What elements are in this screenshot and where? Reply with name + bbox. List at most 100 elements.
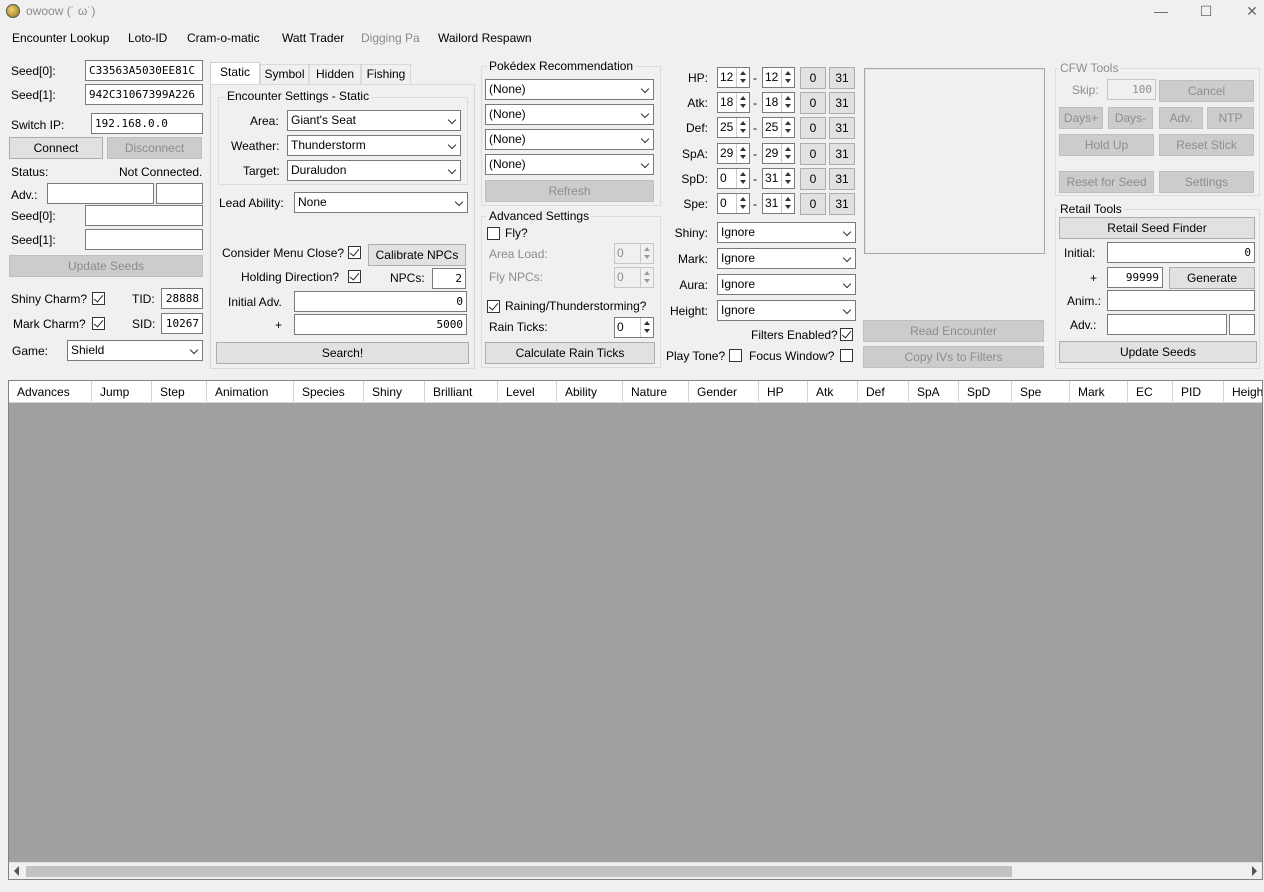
scroll-left-icon[interactable] — [14, 866, 19, 876]
iv-hp-max-button[interactable]: 31 — [829, 67, 855, 89]
menu-cram-o-matic[interactable]: Cram-o-matic — [187, 31, 260, 45]
iv-spe-min-stepper[interactable]: 0 — [717, 193, 750, 214]
iv-spa-min-stepper[interactable]: 29 — [717, 143, 750, 164]
iv-def-max-button[interactable]: 31 — [829, 117, 855, 139]
retail-initial-input[interactable]: 0 — [1107, 242, 1255, 263]
adv-button[interactable]: Adv. — [1159, 107, 1203, 129]
retail-seed-finder-button[interactable]: Retail Seed Finder — [1059, 217, 1255, 239]
read-encounter-button[interactable]: Read Encounter — [863, 320, 1044, 342]
iv-hp-zero-button[interactable]: 0 — [800, 67, 826, 89]
lead-ability-select[interactable]: None — [294, 192, 468, 213]
filters-enabled-checkbox[interactable] — [840, 328, 853, 341]
iv-def-zero-button[interactable]: 0 — [800, 117, 826, 139]
tab-symbol[interactable]: Symbol — [260, 64, 309, 84]
rain-ticks-stepper[interactable]: 0 — [614, 317, 654, 338]
iv-spd-max-button[interactable]: 31 — [829, 168, 855, 190]
maximize-button[interactable]: ☐ — [1183, 0, 1229, 24]
menu-loto-id[interactable]: Loto-ID — [128, 31, 167, 45]
scroll-thumb[interactable] — [26, 866, 1012, 877]
column-header-advances[interactable]: Advances — [9, 381, 92, 403]
ntp-button[interactable]: NTP — [1207, 107, 1254, 129]
close-button[interactable]: ✕ — [1229, 0, 1264, 24]
column-header-level[interactable]: Level — [498, 381, 557, 403]
seed0b-input[interactable] — [85, 205, 203, 226]
column-header-height[interactable]: Height — [1224, 381, 1262, 403]
pokedex-select-1[interactable]: (None) — [485, 79, 654, 100]
disconnect-button[interactable]: Disconnect — [107, 137, 202, 159]
generate-button[interactable]: Generate — [1169, 267, 1255, 289]
seed1b-input[interactable] — [85, 229, 203, 250]
iv-atk-zero-button[interactable]: 0 — [800, 92, 826, 114]
calculate-rain-ticks-button[interactable]: Calculate Rain Ticks — [485, 342, 655, 364]
mark-charm-checkbox[interactable] — [92, 317, 105, 330]
reset-for-seed-button[interactable]: Reset for Seed — [1059, 171, 1154, 193]
holding-direction-checkbox[interactable] — [348, 270, 361, 283]
column-header-ability[interactable]: Ability — [557, 381, 623, 403]
pokedex-select-4[interactable]: (None) — [485, 154, 654, 175]
column-header-mark[interactable]: Mark — [1070, 381, 1128, 403]
retail-max-input[interactable]: 99999 — [1107, 267, 1163, 288]
tid-input[interactable]: 28888 — [161, 288, 203, 309]
days-minus-button[interactable]: Days- — [1108, 107, 1153, 129]
aura-filter-select[interactable]: Ignore — [717, 274, 856, 295]
column-header-jump[interactable]: Jump — [92, 381, 152, 403]
max-adv-input[interactable]: 5000 — [294, 314, 467, 335]
iv-atk-max-button[interactable]: 31 — [829, 92, 855, 114]
tab-fishing[interactable]: Fishing — [361, 64, 411, 84]
adv-input[interactable] — [47, 183, 154, 204]
anim-input[interactable] — [1107, 290, 1255, 311]
connect-button[interactable]: Connect — [9, 137, 103, 159]
skip-input[interactable]: 100 — [1107, 79, 1156, 100]
column-header-atk[interactable]: Atk — [808, 381, 858, 403]
height-filter-select[interactable]: Ignore — [717, 300, 856, 321]
column-header-def[interactable]: Def — [858, 381, 909, 403]
retail-update-seeds-button[interactable]: Update Seeds — [1059, 341, 1257, 363]
iv-spa-zero-button[interactable]: 0 — [800, 143, 826, 165]
column-header-pid[interactable]: PID — [1173, 381, 1224, 403]
tab-static[interactable]: Static — [210, 62, 260, 84]
npcs-input[interactable]: 2 — [432, 268, 466, 289]
iv-def-min-stepper[interactable]: 25 — [717, 117, 750, 138]
seed0-input[interactable]: C33563A5030EE81C — [85, 60, 203, 81]
column-header-hp[interactable]: HP — [759, 381, 808, 403]
weather-select[interactable]: Thunderstorm — [287, 135, 461, 156]
iv-spa-max-stepper[interactable]: 29 — [762, 143, 795, 164]
iv-hp-min-stepper[interactable]: 12 — [717, 67, 750, 88]
iv-def-max-stepper[interactable]: 25 — [762, 117, 795, 138]
game-select[interactable]: Shield — [67, 340, 203, 361]
minimize-button[interactable]: — — [1138, 0, 1184, 24]
hold-up-button[interactable]: Hold Up — [1059, 134, 1154, 156]
update-seeds-button[interactable]: Update Seeds — [9, 255, 203, 277]
scroll-right-icon[interactable] — [1252, 866, 1257, 876]
iv-atk-min-stepper[interactable]: 18 — [717, 92, 750, 113]
menu-digging-pa[interactable]: Digging Pa — [361, 31, 420, 45]
results-grid[interactable]: Advances Jump Step Animation Species Shiny Bri… — [8, 380, 1263, 880]
sid-input[interactable]: 10267 — [161, 313, 203, 334]
tab-hidden[interactable]: Hidden — [309, 64, 361, 84]
cfw-settings-button[interactable]: Settings — [1159, 171, 1254, 193]
iv-spa-max-button[interactable]: 31 — [829, 143, 855, 165]
calibrate-npcs-button[interactable]: Calibrate NPCs — [368, 244, 466, 266]
adv-extra-input[interactable] — [156, 183, 203, 204]
shiny-filter-select[interactable]: Ignore — [717, 222, 856, 243]
refresh-button[interactable]: Refresh — [485, 180, 654, 202]
iv-atk-max-stepper[interactable]: 18 — [762, 92, 795, 113]
column-header-step[interactable]: Step — [152, 381, 207, 403]
copy-ivs-button[interactable]: Copy IVs to Filters — [863, 346, 1044, 368]
iv-spd-min-stepper[interactable]: 0 — [717, 168, 750, 189]
column-header-gender[interactable]: Gender — [689, 381, 759, 403]
column-header-spa[interactable]: SpA — [909, 381, 959, 403]
area-select[interactable]: Giant's Seat — [287, 110, 461, 131]
initial-adv-input[interactable]: 0 — [294, 291, 467, 312]
column-header-nature[interactable]: Nature — [623, 381, 689, 403]
column-header-spd[interactable]: SpD — [959, 381, 1012, 403]
column-header-animation[interactable]: Animation — [207, 381, 294, 403]
search-button[interactable]: Search! — [216, 342, 469, 364]
switch-ip-input[interactable]: 192.168.0.0 — [91, 113, 203, 134]
raining-checkbox[interactable] — [487, 300, 500, 313]
retail-adv-input[interactable] — [1107, 314, 1227, 335]
play-tone-checkbox[interactable] — [729, 349, 742, 362]
menu-watt-trader[interactable]: Watt Trader — [282, 31, 344, 45]
fly-npcs-stepper[interactable]: 0 — [614, 267, 654, 288]
iv-spd-max-stepper[interactable]: 31 — [762, 168, 795, 189]
